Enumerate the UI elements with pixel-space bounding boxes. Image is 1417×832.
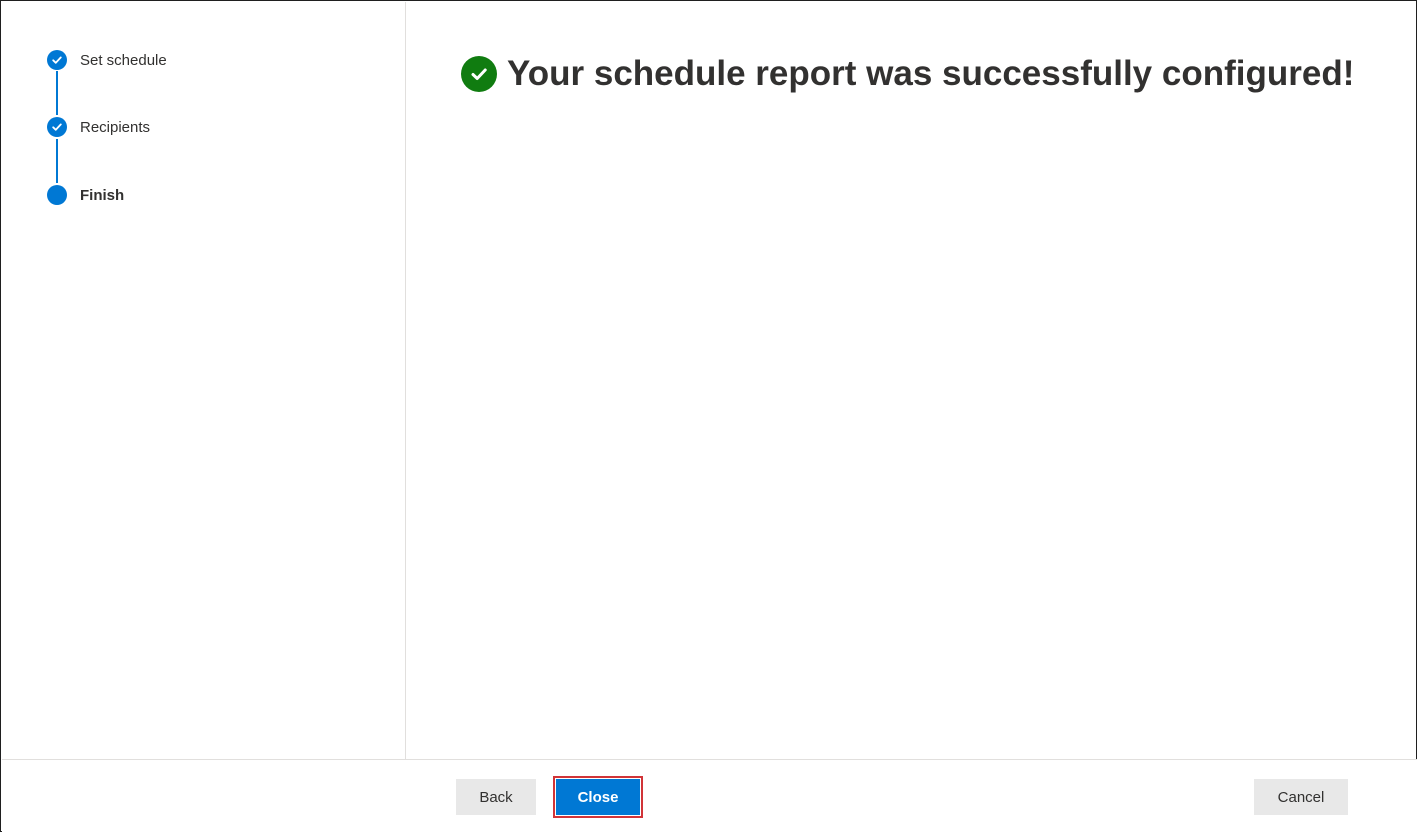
page-title: Your schedule report was successfully co… [507,54,1355,93]
step-label: Finish [80,186,125,204]
step-navigation: Set schedule Recipients Finish [2,2,406,759]
step-connector [56,71,58,115]
checkmark-icon [47,117,67,137]
close-button[interactable]: Close [553,776,643,818]
cancel-button[interactable]: Cancel [1254,779,1348,815]
step-finish[interactable]: Finish [47,185,124,205]
checkmark-icon [47,50,67,70]
back-button[interactable]: Back [456,779,536,815]
step-recipients[interactable]: Recipients [47,117,150,137]
step-label: Recipients [80,118,151,136]
step-connector [56,139,58,183]
step-set-schedule[interactable]: Set schedule [47,50,167,70]
checkmark-circle-icon [461,56,497,92]
wizard-dialog: Set schedule Recipients Finish Your sche… [0,0,1417,832]
main-content: Your schedule report was successfully co… [407,2,1417,759]
step-label: Set schedule [80,51,167,69]
success-message: Your schedule report was successfully co… [461,54,1354,94]
wizard-footer: Back Close Cancel [2,759,1417,832]
current-step-dot-icon [47,185,67,205]
